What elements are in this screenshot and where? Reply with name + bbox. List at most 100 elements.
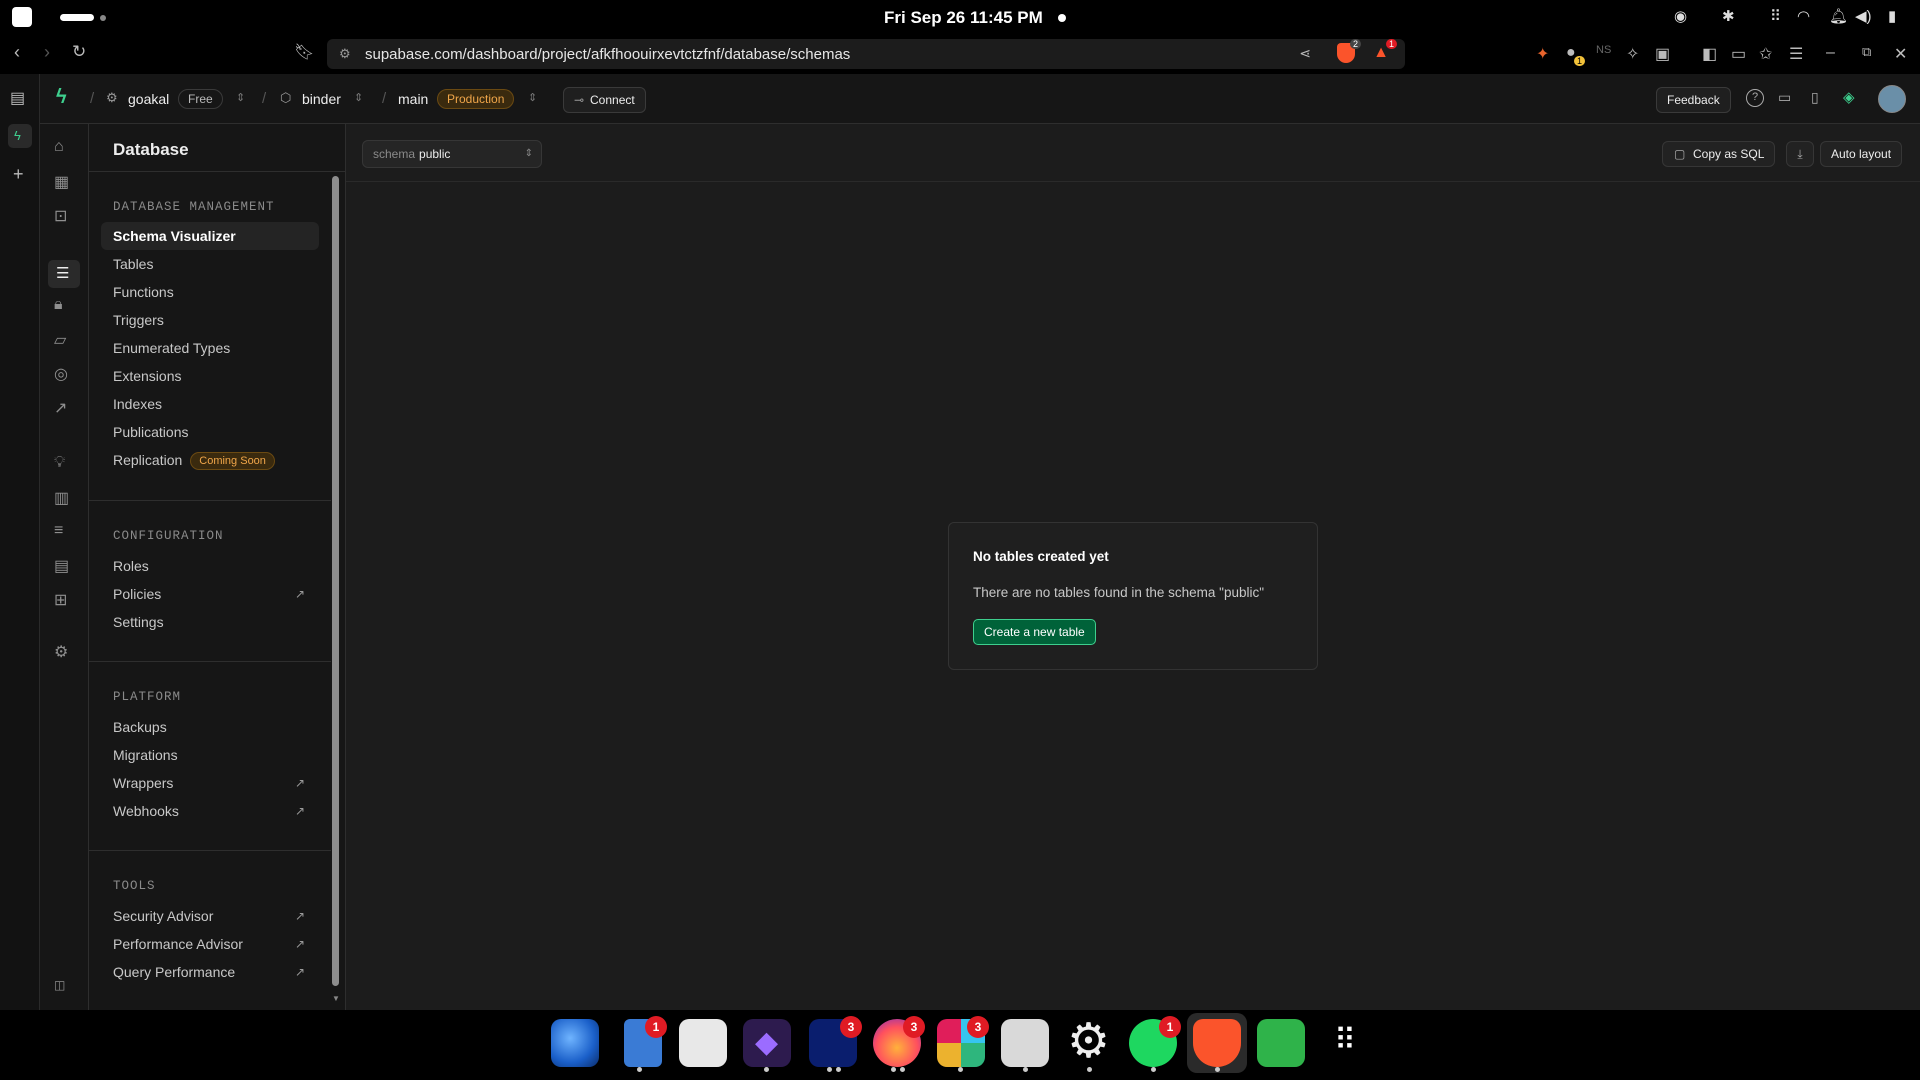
- menu-item-replication[interactable]: Replication Coming Soon: [101, 446, 319, 474]
- running-dot: [637, 1067, 642, 1072]
- advisor-icon[interactable]: ◈: [1843, 88, 1855, 106]
- feedback-button[interactable]: Feedback: [1656, 87, 1731, 113]
- project-switch-icon[interactable]: ⇕: [354, 91, 363, 104]
- running-dot: [1215, 1067, 1220, 1072]
- menu-item-roles[interactable]: Roles: [101, 552, 319, 580]
- menu-item-policies[interactable]: Policies ↗: [101, 580, 319, 608]
- inbox-icon[interactable]: ▭: [1778, 89, 1791, 106]
- logs-icon[interactable]: ≡: [54, 522, 74, 542]
- url-text[interactable]: supabase.com/dashboard/project/afkfhooui…: [365, 46, 850, 63]
- volume-icon[interactable]: ◀): [1855, 7, 1872, 25]
- menu-item-query-performance[interactable]: Query Performance ↗: [101, 958, 319, 986]
- thunderbird-dock-icon[interactable]: [551, 1019, 599, 1067]
- schema-selector[interactable]: schema public ⇕: [362, 140, 542, 168]
- api-docs-icon[interactable]: ▤: [54, 556, 74, 576]
- bell-icon[interactable]: 🔔︎: [1829, 7, 1848, 25]
- integrations-icon[interactable]: ⊞: [54, 590, 74, 610]
- collapse-rail-icon[interactable]: ◫: [54, 978, 74, 998]
- menu-item-functions[interactable]: Functions: [101, 278, 319, 306]
- reports-icon[interactable]: ▥: [54, 488, 74, 508]
- screenshot-icon[interactable]: ▣: [1655, 44, 1673, 63]
- minimize-icon[interactable]: –: [1826, 44, 1844, 62]
- auto-layout-button[interactable]: Auto layout: [1820, 141, 1903, 167]
- share-icon[interactable]: ⋖: [1299, 45, 1311, 62]
- menu-item-webhooks[interactable]: Webhooks ↗: [101, 797, 319, 825]
- close-icon[interactable]: ✕: [1894, 44, 1912, 63]
- menu-item-backups[interactable]: Backups: [101, 713, 319, 741]
- battery-icon[interactable]: ▮: [1888, 7, 1896, 25]
- workspace-indicator[interactable]: [60, 14, 94, 21]
- home-icon[interactable]: ⌂: [54, 138, 74, 158]
- project-name[interactable]: binder: [302, 91, 341, 107]
- menu-item-enumerated-types[interactable]: Enumerated Types: [101, 334, 319, 362]
- clock[interactable]: Fri Sep 26 11:45 PM: [884, 8, 1043, 28]
- apps-grid-tray-icon[interactable]: ⠿: [1770, 7, 1781, 25]
- menu-item-security-advisor[interactable]: Security Advisor ↗: [101, 902, 319, 930]
- extensions-icon[interactable]: ✧: [1626, 44, 1644, 63]
- supabase-logo-icon[interactable]: ϟ: [56, 86, 67, 109]
- address-bar[interactable]: ⚙︎ supabase.com/dashboard/project/afkfho…: [327, 39, 1405, 69]
- trash-dock-icon[interactable]: [1257, 1019, 1305, 1067]
- terminal-icon[interactable]: ▯: [1811, 89, 1819, 106]
- leo-ai-icon[interactable]: ✩: [1759, 44, 1777, 63]
- menu-item-performance-advisor[interactable]: Performance Advisor ↗: [101, 930, 319, 958]
- reload-icon[interactable]: ↻: [72, 42, 86, 62]
- tabs-panel-icon[interactable]: ▤: [10, 88, 25, 108]
- tab-favicon-supabase[interactable]: ϟ: [8, 124, 32, 148]
- new-tab-icon[interactable]: +: [13, 164, 24, 185]
- settings-dock-icon[interactable]: ⚙︎: [1065, 1015, 1113, 1068]
- workspace-dot[interactable]: [100, 15, 106, 21]
- wallet-icon[interactable]: ▭: [1731, 44, 1749, 63]
- org-icon: ⚙︎: [106, 90, 118, 105]
- back-icon[interactable]: ‹: [14, 42, 20, 63]
- edge-functions-icon[interactable]: ◎: [54, 364, 74, 384]
- bookmark-icon[interactable]: 🔖︎: [294, 42, 314, 62]
- auth-icon[interactable]: 🔒︎: [54, 296, 74, 316]
- menu-icon[interactable]: ☰: [1789, 44, 1807, 63]
- storage-icon[interactable]: ▱: [54, 330, 74, 350]
- os-logo-icon[interactable]: [12, 7, 32, 27]
- avatar[interactable]: [1878, 85, 1906, 113]
- schema-toolbar: schema public ⇕ ▢ Copy as SQL ⤓ Auto layo…: [346, 124, 1920, 182]
- reader-dock-icon[interactable]: [1001, 1019, 1049, 1067]
- menu-item-schema-visualizer[interactable]: Schema Visualizer: [101, 222, 319, 250]
- app-store-dock-icon[interactable]: [679, 1019, 727, 1067]
- database-nav-button[interactable]: ☰: [48, 260, 80, 288]
- org-switch-icon[interactable]: ⇕: [236, 91, 245, 104]
- realtime-icon[interactable]: ↗: [54, 398, 74, 418]
- sql-editor-icon[interactable]: ⊡: [54, 206, 74, 226]
- obsidian-dock-icon[interactable]: ◆: [743, 1019, 791, 1067]
- menu-item-tables[interactable]: Tables: [101, 250, 319, 278]
- copy-as-sql-button[interactable]: ▢ Copy as SQL: [1662, 141, 1776, 167]
- menu-item-triggers[interactable]: Triggers: [101, 306, 319, 334]
- menu-item-indexes[interactable]: Indexes: [101, 390, 319, 418]
- connect-button[interactable]: ⊸ Connect: [563, 87, 646, 113]
- scroll-down-icon[interactable]: ▼: [332, 994, 340, 1003]
- wifi-icon[interactable]: ◠: [1797, 7, 1810, 25]
- download-icon[interactable]: ⤓: [1786, 141, 1814, 167]
- org-name[interactable]: goakal: [128, 91, 169, 107]
- chrome-tray-icon[interactable]: ◉: [1674, 7, 1687, 25]
- menu-item-extensions[interactable]: Extensions: [101, 362, 319, 390]
- menu-item-settings[interactable]: Settings: [101, 608, 319, 636]
- branch-name[interactable]: main: [398, 91, 428, 107]
- site-info-icon[interactable]: ⚙︎: [339, 46, 351, 62]
- menu-scrollbar[interactable]: [332, 176, 339, 986]
- help-icon[interactable]: ?: [1746, 89, 1764, 107]
- forward-icon[interactable]: ›: [44, 42, 50, 63]
- extension-fox-icon[interactable]: ✦: [1536, 44, 1554, 63]
- restore-icon[interactable]: ⧉: [1862, 44, 1880, 62]
- table-editor-icon[interactable]: ▦: [54, 172, 74, 192]
- branch-switch-icon[interactable]: ⇕: [528, 91, 537, 104]
- advisors-icon[interactable]: 💡︎: [54, 454, 74, 474]
- extension-text-icon[interactable]: NS: [1596, 44, 1614, 62]
- create-table-button[interactable]: Create a new table: [973, 619, 1096, 645]
- settings-gear-icon[interactable]: ⚙︎: [54, 642, 74, 662]
- menu-item-wrappers[interactable]: Wrappers ↗: [101, 769, 319, 797]
- slack-tray-icon[interactable]: ✱: [1722, 7, 1735, 25]
- menu-item-migrations[interactable]: Migrations: [101, 741, 319, 769]
- sidebar-toggle-icon[interactable]: ◧: [1702, 44, 1720, 63]
- menu-item-publications[interactable]: Publications: [101, 418, 319, 446]
- app-grid-dock-icon[interactable]: ⠿: [1321, 1019, 1369, 1067]
- brave-dock-icon[interactable]: [1193, 1019, 1241, 1067]
